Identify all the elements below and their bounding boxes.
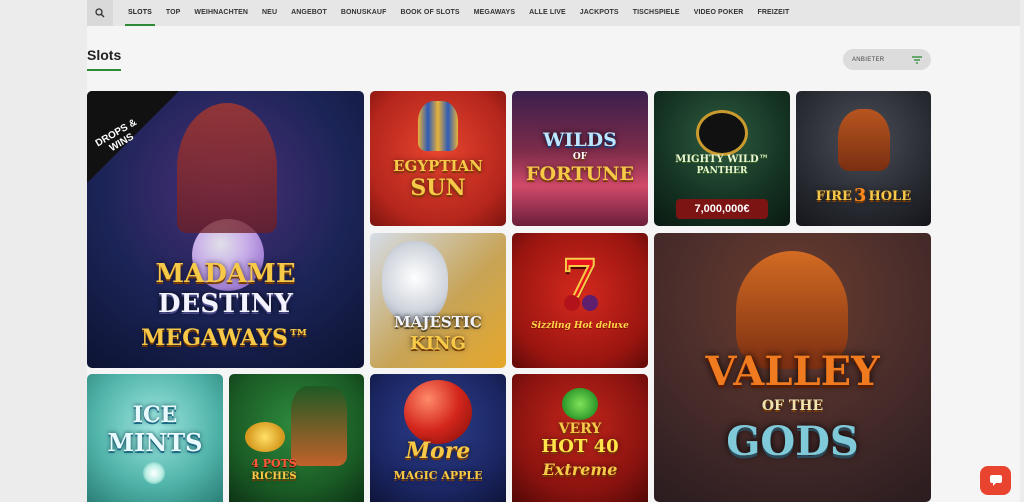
game-title-line3: GODS [726,418,859,465]
game-title-line1: 4 POTS [251,457,297,470]
game-tile-valley-of-the-gods[interactable]: VALLEY OF THE GODS [654,233,931,502]
game-title-line2: OF [572,152,588,162]
game-title-line2: PANTHER [696,166,748,176]
left-gutter [0,0,87,502]
game-title-line3: Extreme [542,460,618,479]
fortune-teller-figure [177,103,277,233]
nav-item-alle-live[interactable]: ALLE LIVE [522,0,573,26]
app-frame: SLOTS TOP WEIHNACHTEN NEU ANGEBOT BONUSK… [0,0,1024,502]
nav-item-video-poker[interactable]: VIDEO POKER [687,0,751,26]
game-title-line2: OF THE [761,398,824,414]
game-tile-fire-in-the-hole[interactable]: FIRE 3 HOLE [796,91,931,226]
nav-item-jackpots[interactable]: JACKPOTS [573,0,626,26]
game-title-line1: MADAME [155,259,296,289]
game-title-line1: MIGHTY WILD™ [675,154,769,165]
game-title-line2: DESTINY [158,289,293,319]
nav-item-weihnachten[interactable]: WEIHNACHTEN [187,0,255,26]
game-tile-madame-destiny[interactable]: DROPS & WINS MADAME DESTINY MEGAWAYS™ [87,91,364,368]
game-tile-egyptian-sun[interactable]: EGYPTIAN SUN [370,91,506,226]
game-title-line1: MAJESTIC [394,313,482,331]
game-title-line2: MAGIC APPLE [393,469,483,482]
game-title-line3: HOLE [868,188,912,204]
dwarf-miner [838,109,890,171]
game-title-line2: SUN [410,175,466,201]
nav-item-tischspiele[interactable]: TISCHSPIELE [626,0,687,26]
panther-head [699,113,745,153]
game-title-line2: MINTS [107,428,203,457]
game-title-line1: VERY [558,421,602,437]
nav-item-freizeit[interactable]: FREIZEIT [750,0,796,26]
fruit-symbols [564,295,598,315]
game-tile-wilds-of-fortune[interactable]: WILDS OF FORTUNE [512,91,648,226]
game-title-line3: MEGAWAYS™ [141,325,310,351]
nav-item-slots[interactable]: SLOTS [121,0,159,26]
mint-candy [143,462,165,484]
filter-icon [912,55,922,64]
search-button[interactable] [87,0,113,26]
game-title-line1: EGYPTIAN [393,157,483,175]
game-title-line2: HOT 40 [541,436,619,457]
nav-item-neu[interactable]: NEU [255,0,284,26]
provider-filter-label: ANBIETER [852,56,885,63]
nav-item-angebot[interactable]: ANGEBOT [284,0,334,26]
game-tile-ice-mints[interactable]: ICE MINTS [87,374,223,502]
title-underline [87,69,121,71]
pharaoh-mask [418,101,458,151]
game-tile-majestic-king[interactable]: MAJESTIC KING [370,233,506,368]
game-title-line2: KING [410,333,466,354]
game-tile-sizzling-hot[interactable]: 7 Sizzling Hot deluxe [512,233,648,368]
game-tile-pots-of-riches[interactable]: 4 POTS RICHES [229,374,364,502]
provider-filter[interactable]: ANBIETER [843,49,931,70]
game-title-line1: ICE [132,402,178,428]
game-title-line1: VALLEY [705,348,880,395]
lion-head [382,241,448,323]
game-tile-more-magic-apple[interactable]: More MAGIC APPLE [370,374,506,502]
apple [404,380,472,444]
game-title-line1: More [405,438,471,464]
category-nav: SLOTS TOP WEIHNACHTEN NEU ANGEBOT BONUSK… [87,0,1020,26]
game-tile-very-hot-40[interactable]: VERY HOT 40 Extreme [512,374,648,502]
nav-item-bonuskauf[interactable]: BONUSKAUF [334,0,394,26]
search-icon [95,8,105,18]
leprechaun-figure [291,386,347,466]
jackpot-amount: 7,000,000€ [676,199,768,219]
page-title: Slots [87,47,122,63]
game-title: FIRE 3 HOLE [796,185,931,206]
chat-button[interactable] [980,466,1011,495]
game-title-line2: 3 [853,185,867,206]
game-title-line3: FORTUNE [525,163,635,185]
nav-item-megaways[interactable]: MEGAWAYS [467,0,522,26]
nav-item-book-of-slots[interactable]: BOOK OF SLOTS [393,0,466,26]
game-tile-mighty-wild-panther[interactable]: MIGHTY WILD™ PANTHER 7,000,000€ [654,91,790,226]
game-title-line1: WILDS [543,129,617,151]
gold-pot [245,422,285,452]
game-title-line1: FIRE [815,188,852,204]
clover [562,388,598,420]
game-title-line2: Sizzling Hot deluxe [531,321,629,331]
nav-item-top[interactable]: TOP [159,0,188,26]
chat-icon [989,475,1002,486]
game-title-line2: RICHES [251,471,297,482]
